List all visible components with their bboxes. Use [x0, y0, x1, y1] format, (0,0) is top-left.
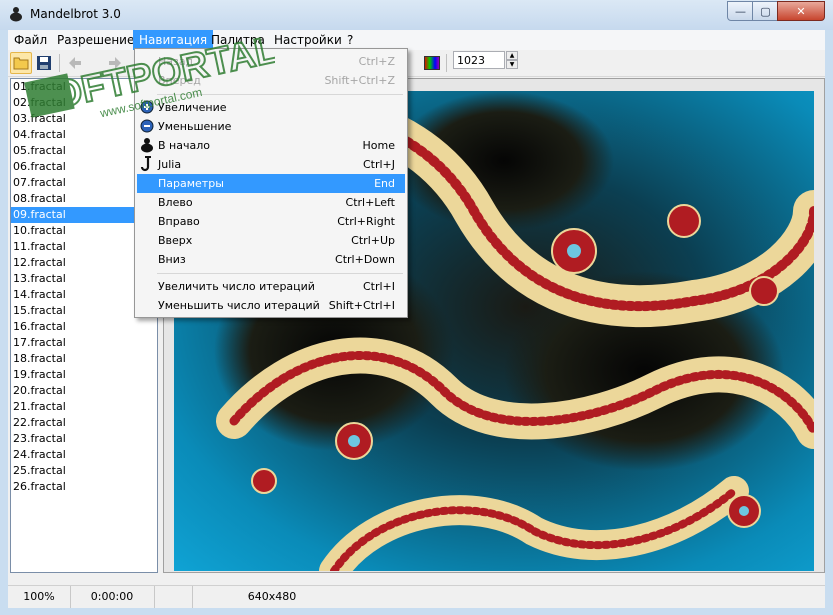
- file-list-item[interactable]: 22.fractal: [11, 415, 157, 431]
- spin-down-button[interactable]: ▼: [506, 60, 518, 69]
- menu-home[interactable]: В начало Home: [137, 136, 405, 155]
- menu-down[interactable]: Вниз Ctrl+Down: [137, 250, 405, 269]
- menu-parameters-label: Параметры: [158, 177, 224, 190]
- menu-right-shortcut: Ctrl+Right: [337, 215, 395, 228]
- menu-settings[interactable]: Настройки: [268, 30, 348, 50]
- menu-left-shortcut: Ctrl+Left: [345, 196, 395, 209]
- menu-decrease-iterations[interactable]: Уменьшить число итераций Shift+Ctrl+I: [137, 296, 405, 315]
- iterations-input[interactable]: [453, 51, 505, 69]
- menu-right-label: Вправо: [158, 215, 200, 228]
- menu-left-label: Влево: [158, 196, 193, 209]
- close-button[interactable]: ✕: [777, 1, 825, 21]
- menu-home-label: В начало: [158, 139, 210, 152]
- menu-julia[interactable]: Julia Ctrl+J: [137, 155, 405, 174]
- file-list-item[interactable]: 26.fractal: [11, 479, 157, 495]
- menu-undo-shortcut: Ctrl+Z: [358, 55, 395, 68]
- file-list-item[interactable]: 21.fractal: [11, 399, 157, 415]
- menu-separator: [157, 273, 403, 274]
- minimize-button[interactable]: —: [727, 1, 754, 21]
- menu-down-label: Вниз: [158, 253, 186, 266]
- menu-redo-shortcut: Shift+Ctrl+Z: [324, 74, 395, 87]
- palette-icon: [424, 56, 440, 70]
- menu-increase-iterations-label: Увеличить число итераций: [158, 280, 315, 293]
- spin-up-button[interactable]: ▲: [506, 51, 518, 60]
- menu-up-label: Вверх: [158, 234, 193, 247]
- menu-left[interactable]: Влево Ctrl+Left: [137, 193, 405, 212]
- status-bar: 100% 0:00:00 640x480: [8, 585, 825, 608]
- iterations-spinner[interactable]: ▲ ▼: [506, 51, 518, 69]
- status-zoom: 100%: [8, 586, 71, 608]
- file-list-item[interactable]: 19.fractal: [11, 367, 157, 383]
- menu-help[interactable]: ?: [341, 30, 359, 50]
- mandelbrot-icon: [141, 138, 153, 153]
- menu-up-shortcut: Ctrl+Up: [351, 234, 395, 247]
- maximize-button[interactable]: ▢: [752, 1, 779, 21]
- menu-parameters[interactable]: Параметры End: [137, 174, 405, 193]
- file-list-item[interactable]: 23.fractal: [11, 431, 157, 447]
- menu-increase-iterations[interactable]: Увеличить число итераций Ctrl+I: [137, 277, 405, 296]
- file-list-item[interactable]: 17.fractal: [11, 335, 157, 351]
- menu-home-shortcut: Home: [362, 139, 395, 152]
- menu-decrease-iterations-label: Уменьшить число итераций: [158, 299, 320, 312]
- status-time: 0:00:00: [70, 586, 155, 608]
- menu-julia-shortcut: Ctrl+J: [362, 158, 395, 171]
- julia-icon: [140, 156, 151, 172]
- menu-decrease-iterations-shortcut: Shift+Ctrl+I: [328, 299, 395, 312]
- status-empty: [154, 586, 193, 608]
- menu-right[interactable]: Вправо Ctrl+Right: [137, 212, 405, 231]
- file-list-item[interactable]: 18.fractal: [11, 351, 157, 367]
- file-list-item[interactable]: 20.fractal: [11, 383, 157, 399]
- menu-down-shortcut: Ctrl+Down: [335, 253, 395, 266]
- palette-button[interactable]: [421, 52, 443, 74]
- file-list-item[interactable]: 16.fractal: [11, 319, 157, 335]
- status-resolution: 640x480: [247, 590, 297, 603]
- toolbar-separator: [446, 54, 447, 72]
- menu-increase-iterations-shortcut: Ctrl+I: [362, 280, 395, 293]
- menu-up[interactable]: Вверх Ctrl+Up: [137, 231, 405, 250]
- file-list-item[interactable]: 25.fractal: [11, 463, 157, 479]
- menu-julia-label: Julia: [158, 158, 182, 171]
- softportal-watermark: SOFTPORTAL www.softportal.com: [23, 28, 275, 120]
- menu-parameters-shortcut: End: [374, 177, 395, 190]
- file-list-item[interactable]: 24.fractal: [11, 447, 157, 463]
- zoom-out-icon: [140, 119, 154, 133]
- app-window: Mandelbrot 3.0 — ▢ ✕ Файл Разрешение Нав…: [0, 0, 833, 615]
